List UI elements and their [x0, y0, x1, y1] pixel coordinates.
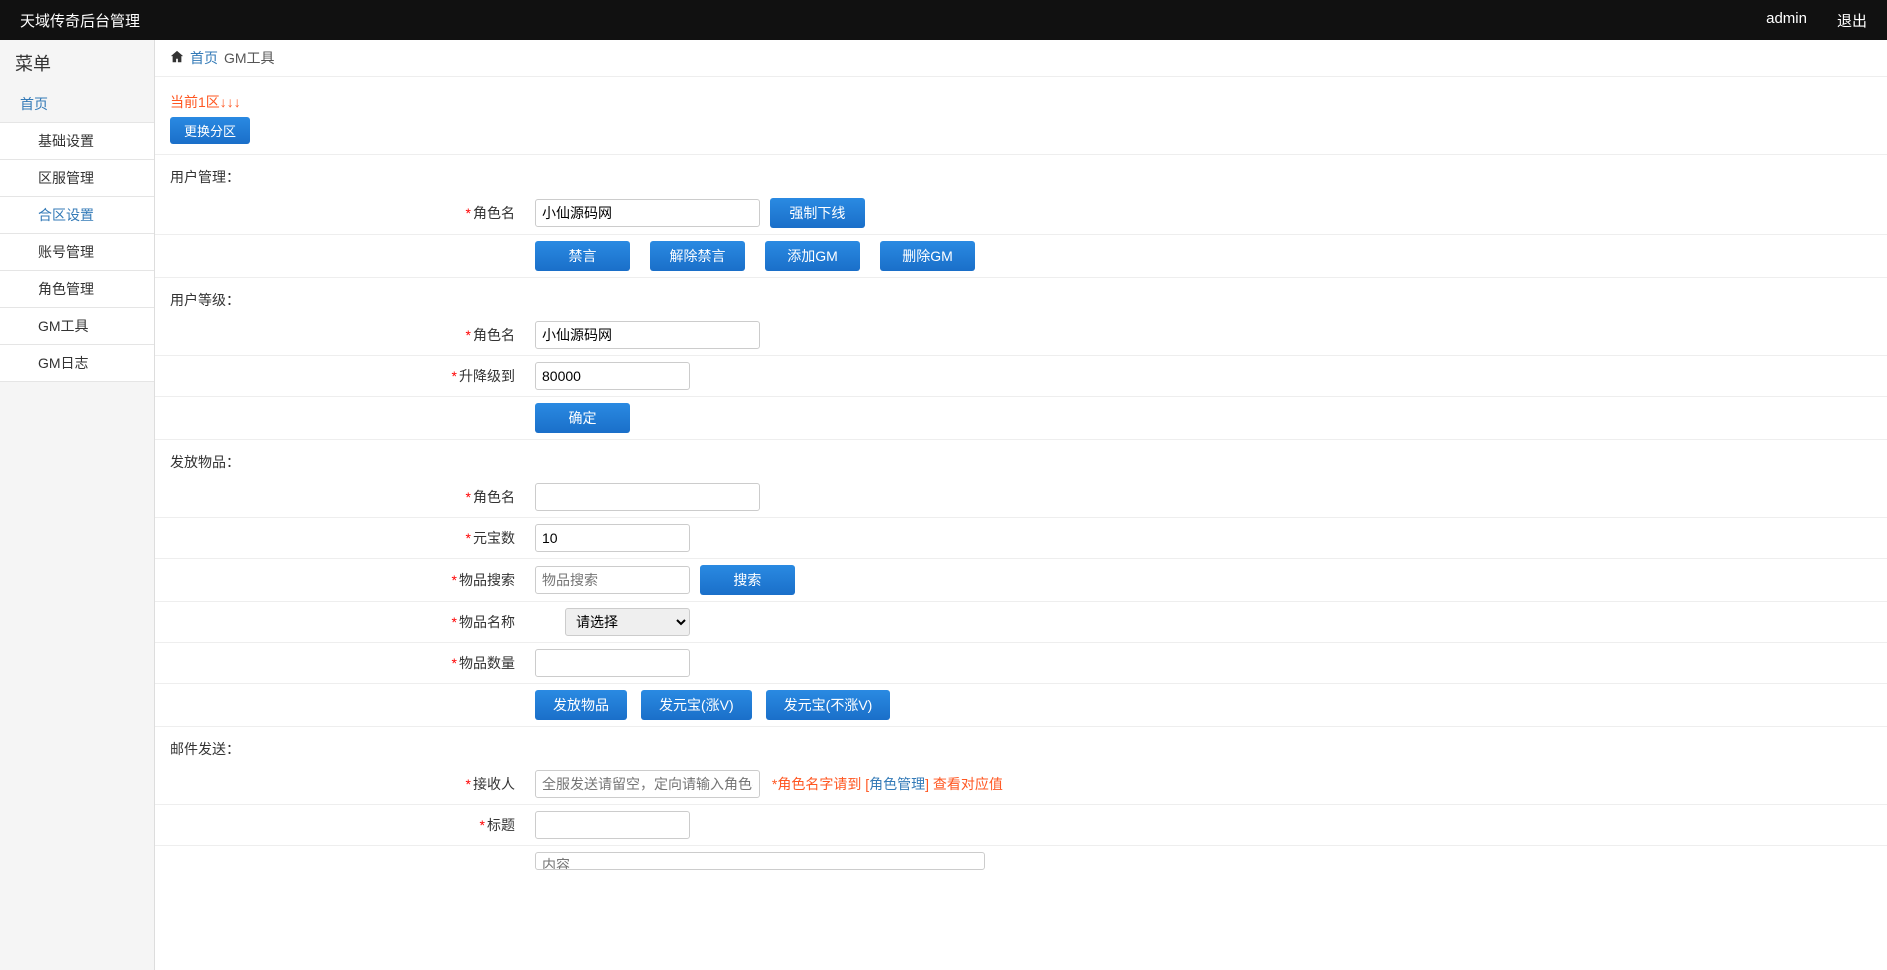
section-user-level-title: 用户等级： [155, 278, 1887, 315]
mail-receiver-input[interactable] [535, 770, 760, 798]
sidebar-title: 菜单 [0, 40, 154, 86]
home-icon [170, 50, 184, 67]
gi-action-button[interactable]: 发放物品 [535, 690, 627, 720]
breadcrumb: 首页 GM工具 [155, 40, 1887, 77]
breadcrumb-current: GM工具 [224, 48, 275, 68]
zone-current: 当前1区↓↓↓ [155, 87, 1887, 117]
um-action-button[interactable]: 删除GM [880, 241, 975, 271]
sidebar-item[interactable]: GM工具 [0, 308, 154, 345]
mail-title-label: 标题 [487, 817, 515, 833]
gi-search-label: 物品搜索 [459, 572, 515, 588]
topbar: 天域传奇后台管理 admin 退出 [0, 0, 1887, 40]
user-link[interactable]: admin [1766, 10, 1807, 31]
ul-level-label: 升降级到 [459, 368, 515, 384]
gi-role-input[interactable] [535, 483, 760, 511]
force-offline-button[interactable]: 强制下线 [770, 198, 865, 228]
gi-action-button[interactable]: 发元宝(不涨V) [766, 690, 891, 720]
gi-qty-label: 物品数量 [459, 655, 515, 671]
section-mail-title: 邮件发送： [155, 727, 1887, 764]
ul-confirm-button[interactable]: 确定 [535, 403, 630, 433]
sidebar: 菜单 首页 基础设置区服管理合区设置账号管理角色管理GM工具GM日志 [0, 40, 155, 970]
app-title: 天域传奇后台管理 [20, 10, 140, 31]
gi-action-button[interactable]: 发元宝(涨V) [641, 690, 752, 720]
sidebar-item[interactable]: 账号管理 [0, 234, 154, 271]
gi-itemname-select[interactable]: 请选择 [565, 608, 690, 636]
switch-zone-button[interactable]: 更换分区 [170, 117, 250, 144]
um-action-button[interactable]: 解除禁言 [650, 241, 745, 271]
gi-search-button[interactable]: 搜索 [700, 565, 795, 595]
ul-role-input[interactable] [535, 321, 760, 349]
gi-yuanbao-label: 元宝数 [473, 530, 515, 546]
section-user-manage-title: 用户管理： [155, 155, 1887, 192]
breadcrumb-home[interactable]: 首页 [190, 48, 218, 68]
um-action-button[interactable]: 禁言 [535, 241, 630, 271]
gi-search-input[interactable] [535, 566, 690, 594]
gi-yuanbao-input[interactable] [535, 524, 690, 552]
mail-content-textarea[interactable] [535, 852, 985, 870]
logout-link[interactable]: 退出 [1837, 10, 1867, 31]
sidebar-item[interactable]: 角色管理 [0, 271, 154, 308]
gi-itemname-label: 物品名称 [459, 614, 515, 630]
section-give-item-title: 发放物品： [155, 440, 1887, 477]
um-role-label: 角色名 [473, 205, 515, 221]
main: 首页 GM工具 当前1区↓↓↓ 更换分区 用户管理： *角色名 强制下线 [155, 40, 1887, 970]
mail-hint-link[interactable]: 角色管理 [869, 776, 925, 792]
sidebar-item[interactable]: GM日志 [0, 345, 154, 382]
gi-role-label: 角色名 [473, 489, 515, 505]
um-role-input[interactable] [535, 199, 760, 227]
mail-receiver-label: 接收人 [473, 776, 515, 792]
ul-level-input[interactable] [535, 362, 690, 390]
sidebar-home[interactable]: 首页 [0, 86, 154, 122]
sidebar-item[interactable]: 合区设置 [0, 197, 154, 234]
gi-qty-input[interactable] [535, 649, 690, 677]
um-action-button[interactable]: 添加GM [765, 241, 860, 271]
sidebar-item[interactable]: 区服管理 [0, 160, 154, 197]
mail-hint: *角色名字请到 [角色管理] 查看对应值 [772, 776, 1003, 792]
sidebar-item[interactable]: 基础设置 [0, 122, 154, 160]
mail-title-input[interactable] [535, 811, 690, 839]
ul-role-label: 角色名 [473, 327, 515, 343]
